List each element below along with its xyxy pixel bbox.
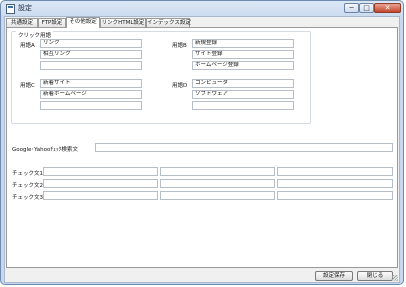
click-terms-group: クリック用語 用語A リンク 相互リンク 用語B 新規登録 サイト登録 ホームペ…	[11, 31, 311, 124]
tab-other-settings[interactable]: その他設定	[66, 17, 100, 28]
check-text-1-field-3[interactable]	[277, 167, 393, 176]
close-window-button[interactable]: ✕	[374, 3, 401, 13]
check-text-2-field-1[interactable]	[43, 179, 158, 188]
window-title: 設定	[18, 4, 32, 12]
check-text-2-field-2[interactable]	[160, 179, 275, 188]
term-c-field-3[interactable]	[40, 101, 142, 110]
check-text-2-field-3[interactable]	[277, 179, 393, 188]
term-a-field-2[interactable]: 相互リンク	[40, 50, 142, 59]
google-yahoo-check-label: Google･Yahooﾁｪｯｸ検索文	[12, 147, 78, 153]
google-yahoo-check-input[interactable]	[95, 143, 393, 152]
term-b-field-2[interactable]: サイト登録	[192, 50, 294, 59]
check-text-1-label: チェック文1	[12, 171, 43, 177]
check-text-1-field-2[interactable]	[160, 167, 275, 176]
tab-panel-other-settings: クリック用語 用語A リンク 相互リンク 用語B 新規登録 サイト登録 ホームペ…	[6, 27, 398, 268]
check-text-2-label: チェック文2	[12, 183, 43, 189]
save-settings-button[interactable]: 設定保存	[315, 271, 353, 281]
minimize-button[interactable]: ─	[344, 3, 359, 13]
tab-link-html-settings[interactable]: リンクHTML設定	[100, 18, 146, 27]
tab-ftp-settings[interactable]: FTP設定	[38, 18, 66, 27]
resize-grip[interactable]	[392, 275, 398, 281]
term-c-field-2[interactable]: 新着ホームページ	[40, 90, 142, 99]
settings-window: 設定 ─ □ ✕ 共通設定 FTP設定 その他設定 リンクHTML設定 インデッ…	[0, 0, 404, 285]
term-b-label: 用語B	[172, 43, 187, 49]
check-text-3-field-2[interactable]	[160, 191, 275, 200]
client-area: 共通設定 FTP設定 その他設定 リンクHTML設定 インデックス設定 クリック…	[4, 16, 400, 283]
term-a-field-1[interactable]: リンク	[40, 39, 142, 48]
term-d-field-2[interactable]: ソフトウェア	[192, 90, 294, 99]
maximize-button[interactable]: □	[359, 3, 374, 13]
titlebar[interactable]: 設定 ─ □ ✕	[1, 1, 403, 16]
term-d-label: 用語D	[172, 83, 188, 89]
term-a-label: 用語A	[20, 43, 35, 49]
term-c-label: 用語C	[20, 83, 35, 89]
term-d-field-1[interactable]: コンピュータ	[192, 79, 294, 88]
tab-index-settings[interactable]: インデックス設定	[146, 18, 191, 27]
app-icon	[6, 4, 15, 14]
term-d-field-3[interactable]	[192, 101, 294, 110]
close-button[interactable]: 閉じる	[357, 271, 393, 281]
tab-common-settings[interactable]: 共通設定	[6, 18, 38, 27]
check-text-1-field-1[interactable]	[43, 167, 158, 176]
check-text-3-label: チェック文3	[12, 195, 43, 201]
term-c-field-1[interactable]: 新着サイト	[40, 79, 142, 88]
term-b-field-3[interactable]: ホームページ登録	[192, 61, 294, 70]
check-text-3-field-1[interactable]	[43, 191, 158, 200]
click-terms-title: クリック用語	[16, 31, 54, 39]
term-a-field-3[interactable]	[40, 61, 142, 70]
check-text-3-field-3[interactable]	[277, 191, 393, 200]
term-b-field-1[interactable]: 新規登録	[192, 39, 294, 48]
